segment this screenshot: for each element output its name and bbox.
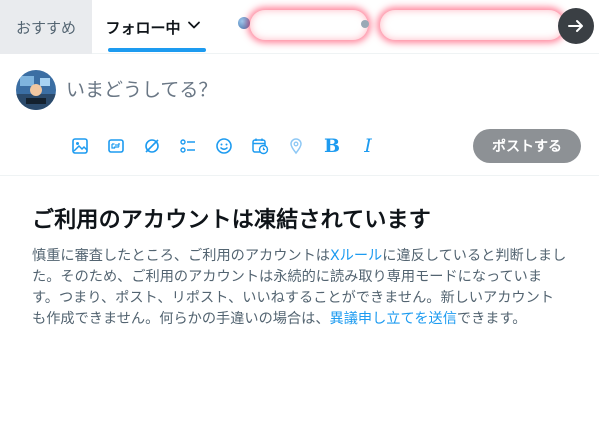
notice-body: 慎重に審査したところ、ご利用のアカウントはXルールに違反していると判断しました。… bbox=[32, 246, 568, 330]
image-icon[interactable] bbox=[62, 132, 98, 160]
composer-toolbar: B I bbox=[62, 132, 386, 160]
tab-following-label: フォロー中 bbox=[105, 18, 181, 37]
italic-icon[interactable]: I bbox=[350, 132, 386, 160]
tab-recommended[interactable]: おすすめ bbox=[0, 0, 92, 54]
tab-recommended-label: おすすめ bbox=[15, 18, 76, 37]
gif-icon[interactable] bbox=[98, 132, 134, 160]
timeline-tab-bar: おすすめ フォロー中 bbox=[0, 0, 599, 54]
list-avatar-icon-2[interactable] bbox=[361, 20, 369, 28]
list-avatar-icon[interactable] bbox=[238, 17, 250, 29]
emoji-icon[interactable] bbox=[206, 132, 242, 160]
italic-glyph: I bbox=[364, 135, 372, 157]
post-text-input[interactable] bbox=[66, 76, 546, 104]
post-composer: B I ポストする bbox=[0, 54, 599, 176]
post-button[interactable]: ポストする bbox=[473, 129, 581, 163]
redacted-tab-2[interactable] bbox=[380, 10, 564, 40]
redacted-tab-1[interactable] bbox=[250, 10, 368, 40]
schedule-icon[interactable] bbox=[242, 132, 278, 160]
grok-icon[interactable] bbox=[134, 132, 170, 160]
appeal-link[interactable]: 異議申し立てを送信 bbox=[330, 311, 457, 327]
bold-icon[interactable]: B bbox=[314, 132, 350, 160]
notice-body-text-3: できます。 bbox=[456, 311, 527, 327]
avatar[interactable] bbox=[16, 70, 56, 110]
bold-glyph: B bbox=[323, 135, 341, 157]
poll-icon[interactable] bbox=[170, 132, 206, 160]
tab-following[interactable]: フォロー中 bbox=[92, 0, 214, 54]
chevron-down-icon[interactable] bbox=[187, 18, 201, 36]
notice-body-text-1: 慎重に審査したところ、ご利用のアカウントは bbox=[32, 248, 330, 264]
active-tab-indicator bbox=[108, 48, 206, 52]
notice-title: ご利用のアカウントは凍結されています bbox=[32, 208, 431, 233]
arrow-right-icon[interactable] bbox=[558, 8, 594, 44]
suspended-account-notice: ご利用のアカウントは凍結されています 慎重に審査したところ、ご利用のアカウントは… bbox=[32, 206, 572, 330]
location-icon[interactable] bbox=[278, 132, 314, 160]
x-rules-link[interactable]: Xルール bbox=[330, 248, 382, 264]
